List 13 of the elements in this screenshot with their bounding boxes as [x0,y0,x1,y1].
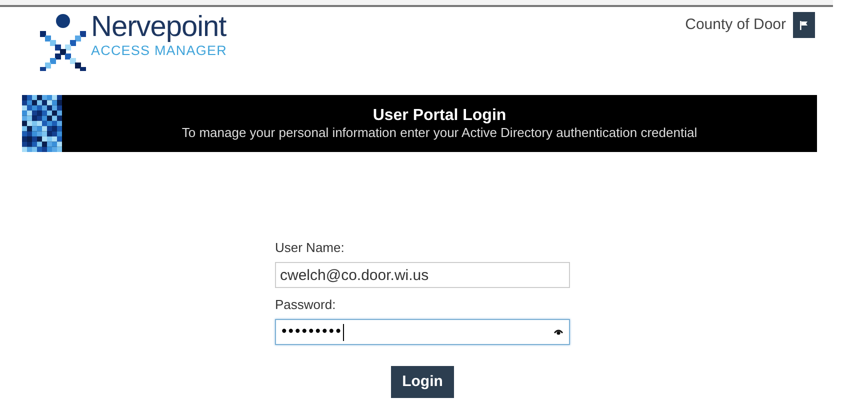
password-field[interactable]: ••••••••• [275,319,570,345]
banner-title: User Portal Login [372,106,506,125]
brand-name: Nervepoint [91,11,227,43]
field-label: Password: [275,297,337,313]
flag-button[interactable] [793,12,815,38]
field-label: User Name: [275,240,346,256]
organization-name: County of Door [685,15,786,35]
username-field[interactable]: cwelch@co.door.wi.us [275,262,570,288]
flag-icon [800,20,808,30]
banner-subtitle: To manage your personal information enter your Active Directory authentication credential [182,125,698,141]
brand-tagline: ACCESS MANAGER [91,43,227,59]
login-button[interactable]: Login [391,366,454,398]
eye-icon[interactable] [554,329,563,335]
